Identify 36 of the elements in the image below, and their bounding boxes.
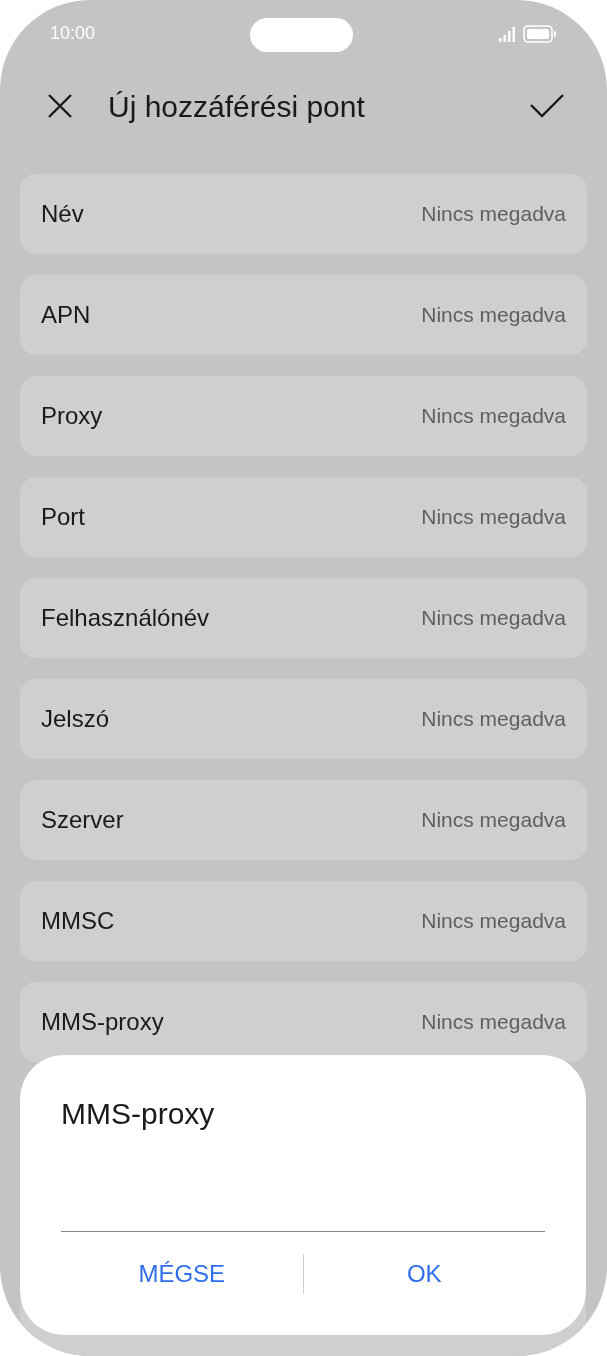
field-label: Jelszó xyxy=(41,704,110,734)
field-label: Név xyxy=(41,199,84,229)
field-value: Nincs megadva xyxy=(421,1009,566,1036)
close-icon xyxy=(47,93,73,119)
list-row[interactable]: Szerver Nincs megadva xyxy=(20,780,587,860)
list-row[interactable]: Felhasználónév Nincs megadva xyxy=(20,578,587,658)
list-row[interactable]: Proxy Nincs megadva xyxy=(20,376,587,456)
dialog-button[interactable]: MÉGSE xyxy=(61,1254,303,1294)
status-time: 10:00 xyxy=(50,21,96,45)
list-row[interactable]: APN Nincs megadva xyxy=(20,275,587,355)
field-label: APN xyxy=(41,300,91,330)
list-row[interactable]: Név Nincs megadva xyxy=(20,174,587,254)
field-label: Szerver xyxy=(41,805,124,835)
list-row[interactable]: Port Nincs megadva xyxy=(20,477,587,557)
field-label: Port xyxy=(41,502,85,532)
dialog-button[interactable]: OK xyxy=(303,1254,545,1294)
signal-icon xyxy=(499,26,517,42)
checkmark-icon xyxy=(529,93,565,119)
list-row[interactable]: MMSC Nincs megadva xyxy=(20,881,587,961)
field-label: Proxy xyxy=(41,401,103,431)
field-label: MMSC xyxy=(41,906,115,936)
list-row[interactable]: MMS-proxy Nincs megadva xyxy=(20,982,587,1062)
dialog-title: MMS-proxy xyxy=(61,1096,215,1132)
field-value: Nincs megadva xyxy=(421,201,566,228)
field-value: Nincs megadva xyxy=(421,605,566,632)
field-value: Nincs megadva xyxy=(421,504,566,531)
field-value: Nincs megadva xyxy=(421,706,566,733)
field-value: Nincs megadva xyxy=(421,403,566,430)
field-value: Nincs megadva xyxy=(421,807,566,834)
list-row[interactable]: Jelszó Nincs megadva xyxy=(20,679,587,759)
battery-icon xyxy=(523,25,557,43)
field-label: MMS-proxy xyxy=(41,1007,164,1037)
field-value: Nincs megadva xyxy=(421,302,566,329)
field-label: Felhasználónév xyxy=(41,603,210,633)
page-title: Új hozzáférési pont xyxy=(108,88,365,125)
field-value: Nincs megadva xyxy=(421,908,566,935)
